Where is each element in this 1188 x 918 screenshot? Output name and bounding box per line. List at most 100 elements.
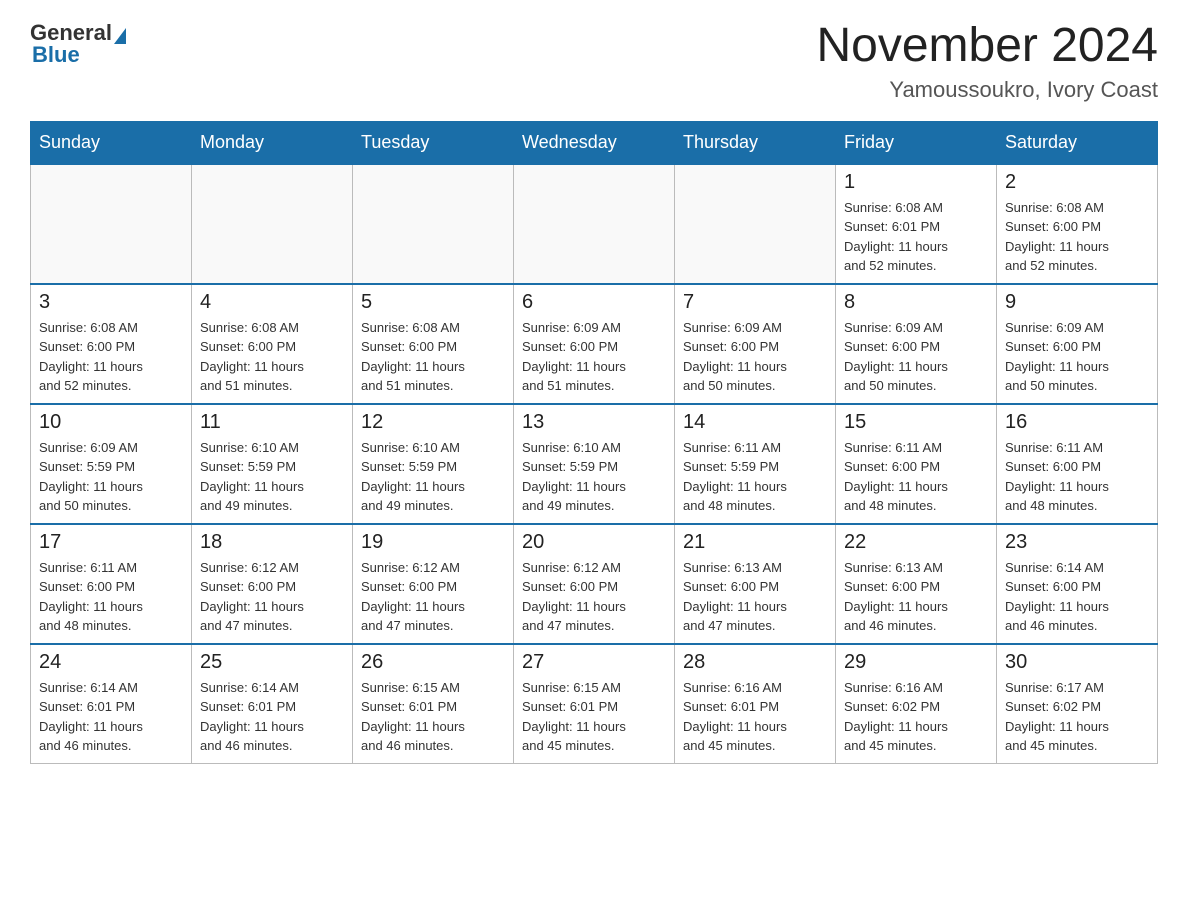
- day-info: Sunrise: 6:10 AM Sunset: 5:59 PM Dayligh…: [522, 438, 666, 516]
- day-number: 21: [683, 531, 827, 554]
- weekday-header-row: Sunday Monday Tuesday Wednesday Thursday…: [31, 121, 1158, 164]
- logo-blue-text: Blue: [32, 42, 80, 68]
- day-number: 16: [1005, 411, 1149, 434]
- calendar-cell: 13 Sunrise: 6:10 AM Sunset: 5:59 PM Dayli…: [514, 404, 675, 524]
- header-thursday: Thursday: [675, 121, 836, 164]
- day-info: Sunrise: 6:13 AM Sunset: 6:00 PM Dayligh…: [844, 558, 988, 636]
- day-number: 2: [1005, 171, 1149, 194]
- day-info: Sunrise: 6:08 AM Sunset: 6:00 PM Dayligh…: [361, 318, 505, 396]
- calendar-cell: 2 Sunrise: 6:08 AM Sunset: 6:00 PM Daylig…: [997, 164, 1158, 284]
- week-row-3: 10 Sunrise: 6:09 AM Sunset: 5:59 PM Dayli…: [31, 404, 1158, 524]
- day-number: 3: [39, 291, 183, 314]
- day-info: Sunrise: 6:09 AM Sunset: 6:00 PM Dayligh…: [1005, 318, 1149, 396]
- calendar-cell: 30 Sunrise: 6:17 AM Sunset: 6:02 PM Dayli…: [997, 644, 1158, 764]
- calendar-cell: [192, 164, 353, 284]
- calendar-cell: 11 Sunrise: 6:10 AM Sunset: 5:59 PM Dayli…: [192, 404, 353, 524]
- day-info: Sunrise: 6:16 AM Sunset: 6:01 PM Dayligh…: [683, 678, 827, 756]
- day-info: Sunrise: 6:09 AM Sunset: 6:00 PM Dayligh…: [844, 318, 988, 396]
- day-number: 14: [683, 411, 827, 434]
- day-number: 5: [361, 291, 505, 314]
- calendar-cell: 27Sunrise: 6:15 AM Sunset: 6:01 PM Dayli…: [514, 644, 675, 764]
- day-info: Sunrise: 6:12 AM Sunset: 6:00 PM Dayligh…: [361, 558, 505, 636]
- day-number: 1: [844, 171, 988, 194]
- day-number: 4: [200, 291, 344, 314]
- calendar-cell: 3 Sunrise: 6:08 AM Sunset: 6:00 PM Daylig…: [31, 284, 192, 404]
- day-info: Sunrise: 6:10 AM Sunset: 5:59 PM Dayligh…: [200, 438, 344, 516]
- calendar-cell: 24Sunrise: 6:14 AM Sunset: 6:01 PM Dayli…: [31, 644, 192, 764]
- day-number: 7: [683, 291, 827, 314]
- page-header: General Blue November 2024 Yamoussoukro,…: [30, 20, 1158, 103]
- day-number: 25: [200, 651, 344, 674]
- calendar-cell: 1 Sunrise: 6:08 AM Sunset: 6:01 PM Daylig…: [836, 164, 997, 284]
- day-info: Sunrise: 6:14 AM Sunset: 6:01 PM Dayligh…: [39, 678, 183, 756]
- day-number: 15: [844, 411, 988, 434]
- day-info: Sunrise: 6:11 AM Sunset: 6:00 PM Dayligh…: [39, 558, 183, 636]
- day-number: 9: [1005, 291, 1149, 314]
- calendar-title: November 2024: [816, 20, 1158, 73]
- calendar-cell: 28 Sunrise: 6:16 AM Sunset: 6:01 PM Dayli…: [675, 644, 836, 764]
- logo-arrow-icon: [114, 28, 126, 44]
- calendar-cell: 22 Sunrise: 6:13 AM Sunset: 6:00 PM Dayli…: [836, 524, 997, 644]
- day-number: 22: [844, 531, 988, 554]
- calendar-subtitle: Yamoussoukro, Ivory Coast: [816, 77, 1158, 103]
- day-info: Sunrise: 6:08 AM Sunset: 6:00 PM Dayligh…: [39, 318, 183, 396]
- week-row-4: 17 Sunrise: 6:11 AM Sunset: 6:00 PM Dayli…: [31, 524, 1158, 644]
- calendar-cell: [31, 164, 192, 284]
- calendar-cell: 14 Sunrise: 6:11 AM Sunset: 5:59 PM Dayli…: [675, 404, 836, 524]
- calendar-cell: 19Sunrise: 6:12 AM Sunset: 6:00 PM Dayli…: [353, 524, 514, 644]
- day-info: Sunrise: 6:16 AM Sunset: 6:02 PM Dayligh…: [844, 678, 988, 756]
- calendar-cell: 25Sunrise: 6:14 AM Sunset: 6:01 PM Dayli…: [192, 644, 353, 764]
- calendar-cell: 16 Sunrise: 6:11 AM Sunset: 6:00 PM Dayli…: [997, 404, 1158, 524]
- day-number: 11: [200, 411, 344, 434]
- day-info: Sunrise: 6:12 AM Sunset: 6:00 PM Dayligh…: [200, 558, 344, 636]
- day-info: Sunrise: 6:17 AM Sunset: 6:02 PM Dayligh…: [1005, 678, 1149, 756]
- calendar-cell: 7Sunrise: 6:09 AM Sunset: 6:00 PM Daylig…: [675, 284, 836, 404]
- calendar-cell: 23Sunrise: 6:14 AM Sunset: 6:00 PM Dayli…: [997, 524, 1158, 644]
- day-number: 13: [522, 411, 666, 434]
- day-number: 17: [39, 531, 183, 554]
- calendar-cell: 15 Sunrise: 6:11 AM Sunset: 6:00 PM Dayli…: [836, 404, 997, 524]
- day-number: 12: [361, 411, 505, 434]
- day-number: 10: [39, 411, 183, 434]
- day-info: Sunrise: 6:08 AM Sunset: 6:01 PM Dayligh…: [844, 198, 988, 276]
- calendar-cell: 18 Sunrise: 6:12 AM Sunset: 6:00 PM Dayli…: [192, 524, 353, 644]
- calendar-cell: 29 Sunrise: 6:16 AM Sunset: 6:02 PM Dayli…: [836, 644, 997, 764]
- day-info: Sunrise: 6:08 AM Sunset: 6:00 PM Dayligh…: [200, 318, 344, 396]
- title-area: November 2024 Yamoussoukro, Ivory Coast: [816, 20, 1158, 103]
- day-number: 29: [844, 651, 988, 674]
- day-number: 27: [522, 651, 666, 674]
- calendar-cell: 10 Sunrise: 6:09 AM Sunset: 5:59 PM Dayli…: [31, 404, 192, 524]
- day-info: Sunrise: 6:13 AM Sunset: 6:00 PM Dayligh…: [683, 558, 827, 636]
- day-info: Sunrise: 6:08 AM Sunset: 6:00 PM Dayligh…: [1005, 198, 1149, 276]
- calendar-cell: 12 Sunrise: 6:10 AM Sunset: 5:59 PM Dayli…: [353, 404, 514, 524]
- calendar-cell: [353, 164, 514, 284]
- day-info: Sunrise: 6:15 AM Sunset: 6:01 PM Dayligh…: [361, 678, 505, 756]
- calendar-table: Sunday Monday Tuesday Wednesday Thursday…: [30, 121, 1158, 765]
- day-number: 8: [844, 291, 988, 314]
- calendar-cell: 6 Sunrise: 6:09 AM Sunset: 6:00 PM Daylig…: [514, 284, 675, 404]
- day-info: Sunrise: 6:09 AM Sunset: 6:00 PM Dayligh…: [522, 318, 666, 396]
- day-info: Sunrise: 6:11 AM Sunset: 5:59 PM Dayligh…: [683, 438, 827, 516]
- day-info: Sunrise: 6:09 AM Sunset: 5:59 PM Dayligh…: [39, 438, 183, 516]
- day-number: 20: [522, 531, 666, 554]
- calendar-cell: 20Sunrise: 6:12 AM Sunset: 6:00 PM Dayli…: [514, 524, 675, 644]
- day-number: 28: [683, 651, 827, 674]
- day-info: Sunrise: 6:11 AM Sunset: 6:00 PM Dayligh…: [1005, 438, 1149, 516]
- calendar-cell: 5 Sunrise: 6:08 AM Sunset: 6:00 PM Daylig…: [353, 284, 514, 404]
- calendar-cell: 9 Sunrise: 6:09 AM Sunset: 6:00 PM Daylig…: [997, 284, 1158, 404]
- calendar-cell: 8 Sunrise: 6:09 AM Sunset: 6:00 PM Daylig…: [836, 284, 997, 404]
- week-row-1: 1 Sunrise: 6:08 AM Sunset: 6:01 PM Daylig…: [31, 164, 1158, 284]
- day-info: Sunrise: 6:10 AM Sunset: 5:59 PM Dayligh…: [361, 438, 505, 516]
- header-monday: Monday: [192, 121, 353, 164]
- day-info: Sunrise: 6:11 AM Sunset: 6:00 PM Dayligh…: [844, 438, 988, 516]
- day-number: 18: [200, 531, 344, 554]
- day-number: 30: [1005, 651, 1149, 674]
- day-number: 6: [522, 291, 666, 314]
- day-number: 26: [361, 651, 505, 674]
- header-sunday: Sunday: [31, 121, 192, 164]
- header-wednesday: Wednesday: [514, 121, 675, 164]
- calendar-cell: [675, 164, 836, 284]
- header-friday: Friday: [836, 121, 997, 164]
- calendar-cell: [514, 164, 675, 284]
- day-number: 23: [1005, 531, 1149, 554]
